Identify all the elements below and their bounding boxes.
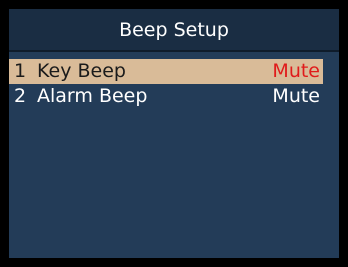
menu-item-alarm-beep[interactable]: 2 Alarm Beep Mute — [9, 84, 323, 109]
screen-title: Beep Setup — [119, 18, 229, 41]
menu-item-number: 1 — [14, 60, 27, 82]
menu-item-value: Mute — [272, 60, 320, 82]
menu-item-label: Alarm Beep — [37, 85, 148, 107]
menu-item-label: Key Beep — [37, 60, 126, 82]
beep-settings-menu: 1 Key Beep Mute 2 Alarm Beep Mute — [9, 59, 339, 109]
menu-item-number: 2 — [14, 85, 27, 107]
screen-title-bar: Beep Setup — [9, 9, 339, 52]
menu-item-value: Mute — [272, 85, 320, 107]
device-screen: Beep Setup 1 Key Beep Mute 2 Alarm Beep … — [9, 9, 339, 258]
menu-item-key-beep[interactable]: 1 Key Beep Mute — [9, 59, 323, 84]
